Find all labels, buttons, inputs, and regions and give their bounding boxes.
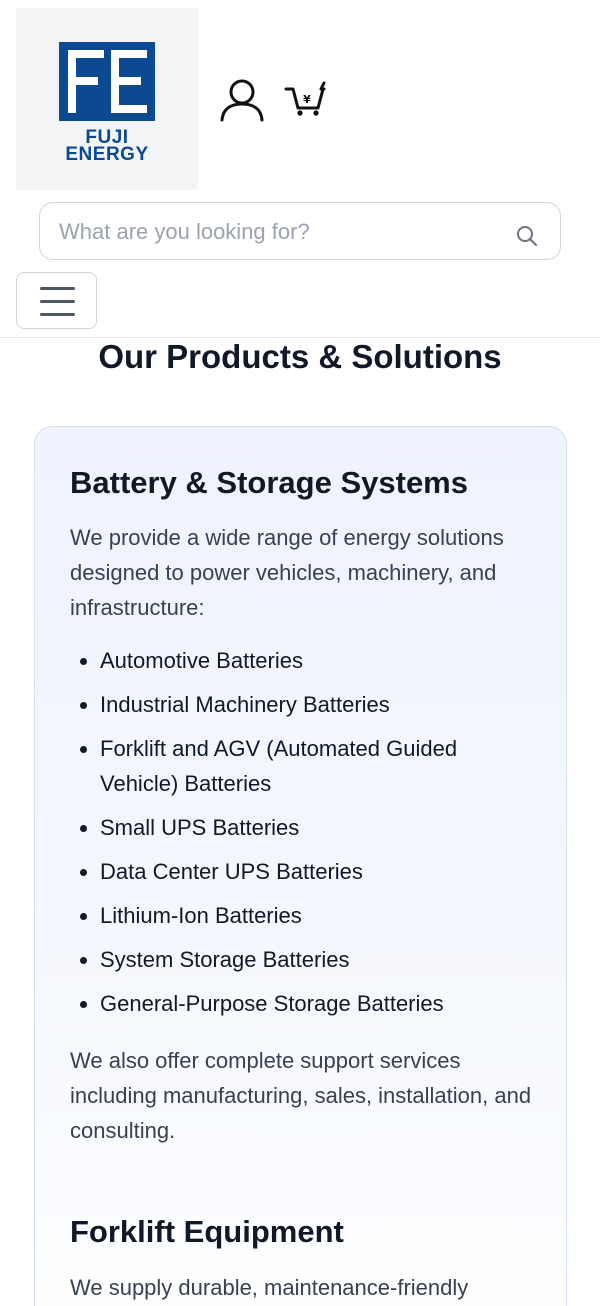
page-title: Our Products & Solutions [98,338,502,375]
card-outro: We also offer complete support services … [70,1048,532,1143]
search-icon[interactable] [516,225,538,247]
list-item: Lithium-Ion Batteries [70,898,540,933]
list-item: General-Purpose Storage Batteries [70,986,540,1021]
list-item: Data Center UPS Batteries [70,854,540,889]
list-item: System Storage Batteries [70,942,540,977]
product-card: Battery & Storage Systems We provide a w… [34,426,567,1306]
user-icon[interactable] [219,78,265,122]
search-placeholder: What are you looking for? [59,219,310,244]
fe-monogram-icon [59,42,155,121]
card-intro: We provide a wide range of energy soluti… [70,525,504,620]
logo-mark [59,42,155,121]
cart-currency: ¥ [303,93,311,106]
brand-logo[interactable]: FUJI ENERGY [16,8,198,190]
cart-icon[interactable]: ¥ [284,80,328,118]
card-heading-forklift: Forklift Equipment [70,1214,344,1249]
card-forklift-text: We supply durable, maintenance-friendly [70,1275,469,1300]
search-input[interactable]: What are you looking for? [39,202,561,260]
list-item: Industrial Machinery Batteries [70,687,540,722]
logo-brand-line2: ENERGY [65,144,149,165]
list-item: Forklift and AGV (Automated Guided Vehic… [70,731,540,801]
list-item: Automotive Batteries [70,643,540,678]
list-item: Small UPS Batteries [70,810,540,845]
product-list: Automotive Batteries Industrial Machiner… [70,643,540,1030]
menu-toggle-button[interactable] [16,272,97,329]
card-heading: Battery & Storage Systems [70,465,468,500]
